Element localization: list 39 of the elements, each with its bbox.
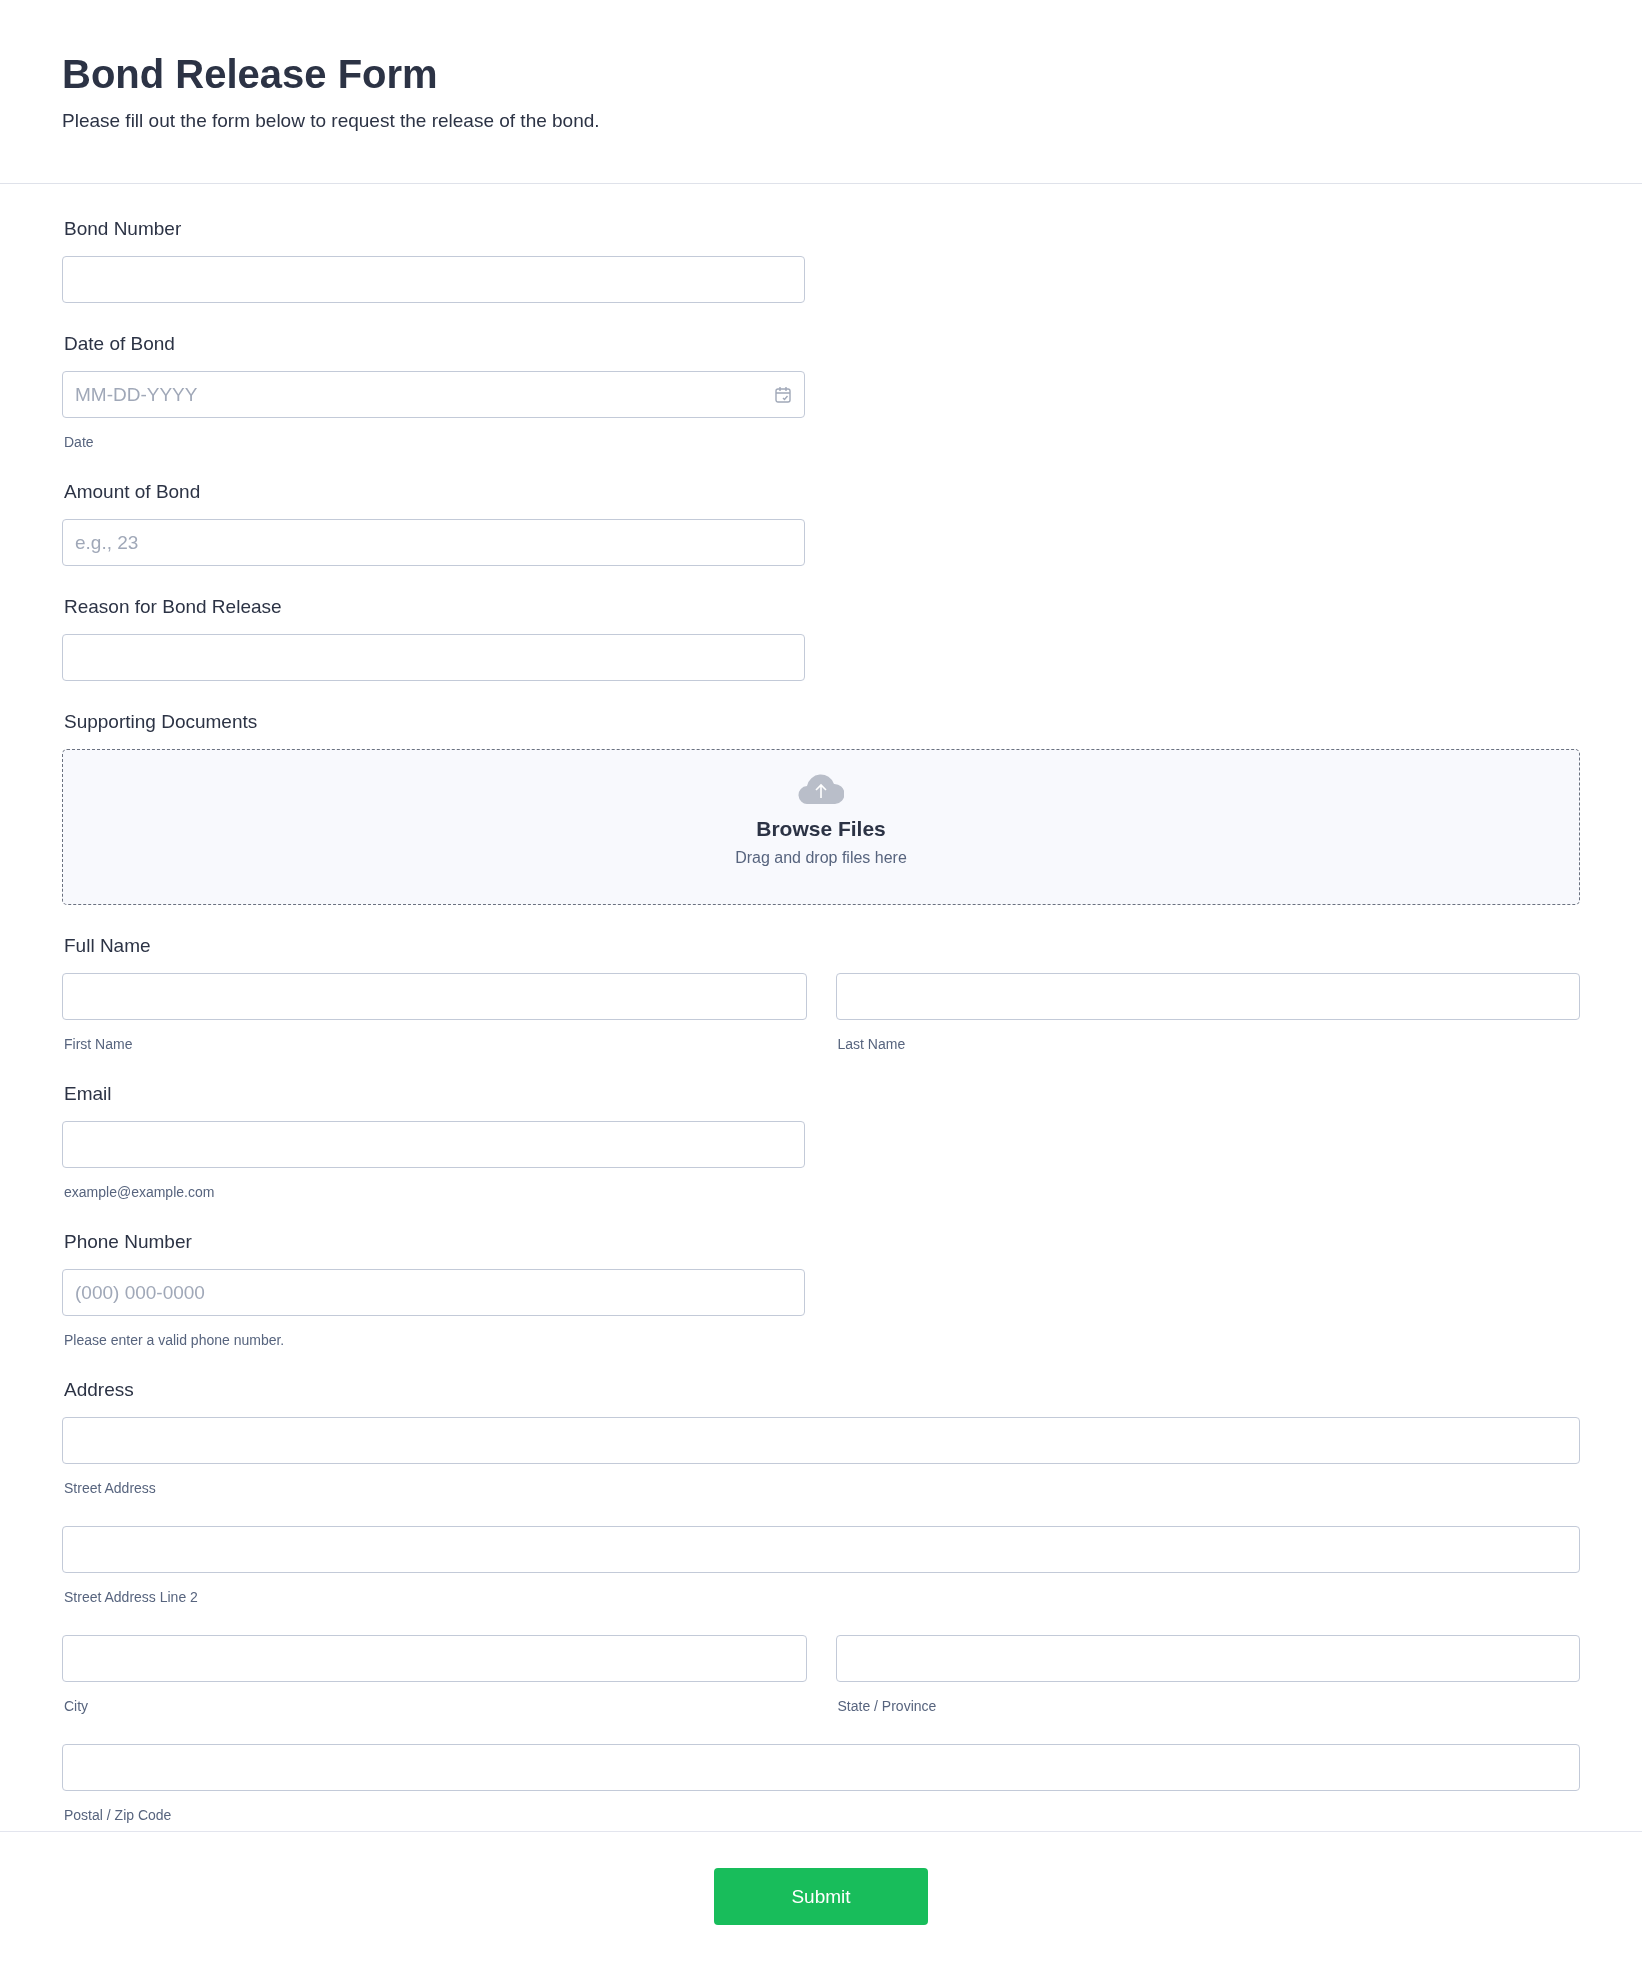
field-hint: Date bbox=[63, 433, 95, 451]
field-hint: Street Address bbox=[63, 1479, 157, 1497]
cloud-upload-icon bbox=[798, 774, 844, 804]
field-hint: Last Name bbox=[836, 1035, 907, 1053]
field-hint: Postal / Zip Code bbox=[63, 1806, 173, 1824]
field-hint: City bbox=[63, 1697, 90, 1715]
form-description: Please fill out the form below to request the release of the bond. bbox=[62, 109, 601, 133]
field-label: Full Name bbox=[63, 934, 152, 958]
text-field[interactable] bbox=[62, 1121, 805, 1168]
text-field[interactable] bbox=[62, 1526, 1580, 1573]
field-label: Supporting Documents bbox=[63, 710, 259, 734]
field-label: Amount of Bond bbox=[63, 480, 202, 504]
field-hint: Street Address Line 2 bbox=[63, 1588, 199, 1606]
text-field[interactable]: e.g., 23 bbox=[62, 519, 805, 566]
text-field[interactable] bbox=[835, 1635, 1580, 1682]
text-field[interactable] bbox=[62, 256, 805, 303]
file-drop-zone[interactable]: Browse Files Drag and drop files here bbox=[62, 749, 1580, 905]
field-label: Bond Number bbox=[63, 217, 183, 241]
field-hint: Please enter a valid phone number. bbox=[63, 1331, 286, 1349]
date-field[interactable]: MM-DD-YYYY bbox=[62, 371, 805, 418]
text-field[interactable] bbox=[62, 1417, 1580, 1464]
text-field[interactable] bbox=[62, 634, 805, 681]
text-field[interactable] bbox=[62, 1635, 807, 1682]
field-label: Email bbox=[63, 1082, 113, 1106]
field-hint: example@example.com bbox=[63, 1183, 216, 1201]
field-hint: State / Province bbox=[836, 1697, 938, 1715]
text-field[interactable] bbox=[835, 973, 1580, 1020]
drop-hint: Drag and drop files here bbox=[735, 848, 907, 868]
calendar-icon bbox=[775, 386, 791, 403]
text-field[interactable] bbox=[62, 1744, 1580, 1791]
field-label: Phone Number bbox=[63, 1230, 193, 1254]
field-label: Address bbox=[63, 1378, 135, 1402]
browse-files-label: Browse Files bbox=[756, 816, 886, 842]
field-hint: First Name bbox=[63, 1035, 134, 1053]
text-field[interactable]: (000) 000-0000 bbox=[62, 1269, 805, 1316]
field-label: Date of Bond bbox=[63, 332, 176, 356]
field-label: Reason for Bond Release bbox=[63, 595, 283, 619]
text-field[interactable] bbox=[62, 973, 807, 1020]
form-title: Bond Release Form bbox=[62, 51, 439, 98]
